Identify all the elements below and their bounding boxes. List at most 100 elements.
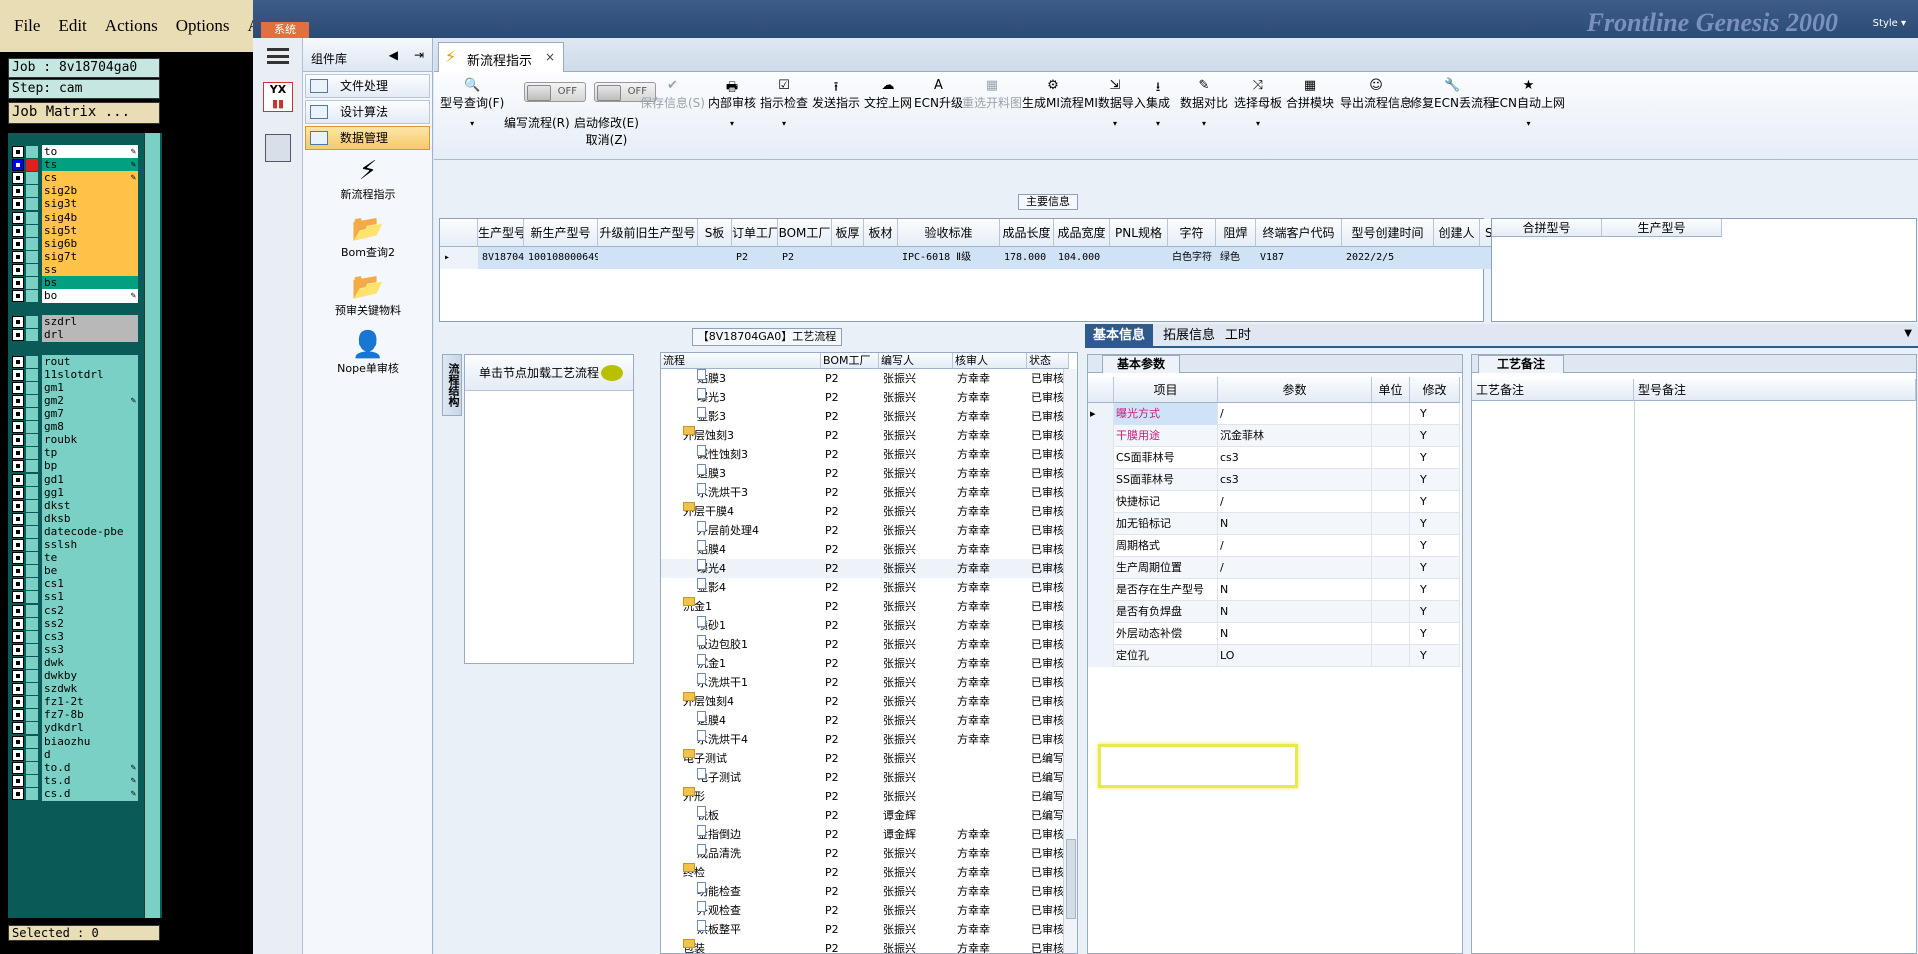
layer-checkbox[interactable] (12, 565, 24, 578)
layer-toggle[interactable] (26, 630, 38, 643)
layer-row[interactable]: rout (12, 354, 138, 369)
layer-toggle[interactable] (26, 525, 38, 538)
layer-row[interactable]: dwkby (12, 669, 138, 683)
layer-toggle[interactable] (26, 696, 38, 709)
layer-toggle[interactable] (26, 250, 38, 263)
ribbon-button[interactable]: ⭱ 发送指示 (812, 78, 860, 111)
layer-toggle[interactable] (26, 617, 38, 630)
grid-header[interactable]: 终端客户代码 (1256, 219, 1342, 247)
component-tool-3[interactable]: 👤 Nope单审核 (303, 330, 433, 376)
flow-tree[interactable]: 流程 BOM工厂 编写人 核审人 状态 贴膜3 P2 张振兴 方幸幸 已审核 曝光3 P2 张振兴 方幸… (660, 352, 1078, 954)
tree-row[interactable]: 外观检查 P2 张振兴 方幸幸 已审核 (661, 901, 1065, 920)
tree-node[interactable]: −外层蚀刻3 (683, 426, 821, 445)
cam-menu-3[interactable]: Options (176, 16, 230, 36)
tree-row[interactable]: 水洗烘干1 P2 张振兴 方幸幸 已审核 (661, 673, 1065, 692)
layer-toggle[interactable] (26, 774, 38, 787)
tree-row[interactable]: −沉金1P2张振兴方幸幸已审核 (661, 597, 1065, 616)
tree-node[interactable]: 板边包胶1 (697, 635, 821, 654)
layer-row[interactable]: bp (12, 459, 138, 474)
layer-name[interactable]: ss3 (42, 642, 138, 657)
layer-name[interactable]: cs (42, 171, 138, 186)
tree-node[interactable]: −终检 (683, 863, 821, 882)
grid-cell[interactable]: P2 (732, 247, 778, 269)
grid-header[interactable]: 板厚 (832, 219, 864, 247)
layer-row[interactable]: sig6b (12, 236, 138, 251)
layer-toggle[interactable] (26, 552, 38, 565)
layer-name[interactable]: be (42, 564, 138, 579)
layer-name[interactable]: fz7-8b (42, 708, 138, 723)
detail-tab-0[interactable]: 基本信息 (1085, 324, 1154, 348)
toggle-switch[interactable]: OFF (524, 82, 586, 102)
layer-name[interactable]: 11slotdrl (42, 367, 138, 382)
scroll-thumb[interactable] (1066, 839, 1076, 919)
dropdown-icon[interactable]: ▼ (1904, 328, 1912, 339)
layer-row[interactable]: ts.d ✎ (12, 773, 138, 788)
tree-row[interactable]: 退膜4 P2 张振兴 方幸幸 已审核 (661, 711, 1065, 730)
layer-row[interactable]: cs2 (12, 603, 138, 618)
layer-checkbox[interactable] (12, 224, 24, 237)
layer-toggle[interactable] (26, 263, 38, 276)
layer-checkbox[interactable] (12, 630, 24, 643)
tree-scrollbar[interactable] (1063, 369, 1077, 953)
layer-name[interactable]: ydkdrl (42, 721, 138, 736)
layer-checkbox[interactable] (12, 434, 24, 447)
layer-row[interactable]: sig2b (12, 184, 138, 199)
tree-row[interactable]: 烘板整平 P2 张振兴 方幸幸 已审核 (661, 920, 1065, 939)
layer-name[interactable]: to (42, 145, 138, 159)
grid2-header[interactable]: 合拼型号 (1492, 219, 1602, 237)
layer-row[interactable]: d (12, 747, 138, 762)
tree-row[interactable]: 铣板 P2 谭金辉 已编写 (661, 806, 1065, 825)
style-menu[interactable]: Style ▾ (1873, 18, 1906, 29)
layer-checkbox[interactable] (12, 761, 24, 774)
layer-row[interactable]: ss2 (12, 616, 138, 631)
tree-node[interactable]: 外层前处理4 (697, 521, 821, 540)
grid-header[interactable]: 生产型号 (478, 219, 524, 247)
param-value[interactable]: N (1218, 513, 1372, 535)
param-value[interactable]: N (1218, 601, 1372, 623)
tree-row[interactable]: −外层干膜4P2张振兴方幸幸已审核 (661, 502, 1065, 521)
layer-name[interactable]: dkst (42, 498, 138, 513)
layer-name[interactable]: biaozhu (42, 734, 138, 749)
ribbon-button[interactable]: ✔ 保存信息(S) (640, 78, 705, 111)
layer-name[interactable]: cs3 (42, 629, 138, 644)
layer-toggle[interactable] (26, 670, 38, 682)
cam-menu-1[interactable]: Edit (58, 16, 86, 36)
layer-name[interactable]: gm2 (42, 393, 138, 408)
collapse-left-icon[interactable]: ◀ (389, 48, 398, 62)
layer-name[interactable]: gm1 (42, 380, 138, 395)
layer-name[interactable]: datecode-pbe (42, 524, 138, 539)
ribbon-sublabel[interactable]: 取消(Z) (586, 133, 628, 147)
tree-node[interactable]: 水洗烘干1 (697, 673, 821, 692)
grid-cell[interactable] (1434, 247, 1480, 269)
layer-name[interactable]: sig4b (42, 210, 138, 225)
layer-name[interactable]: te (42, 551, 138, 566)
layer-checkbox[interactable] (12, 512, 24, 525)
param-row[interactable]: 是否有负焊盘 N Y (1088, 601, 1460, 623)
tab-new-flow[interactable]: ⚡ 新流程指示 × (438, 42, 564, 72)
detail-tab-2[interactable]: 工时 (1217, 324, 1259, 348)
layer-row[interactable]: ss3 (12, 642, 138, 657)
layer-toggle[interactable] (26, 316, 38, 329)
flow-structure-tab[interactable]: 流程结构 (442, 354, 462, 416)
layer-name[interactable]: cs2 (42, 603, 138, 618)
tree-node[interactable]: 烘板整平 (697, 920, 821, 939)
ribbon-toggle-label[interactable]: 启动修改(E) 取消(Z) (574, 114, 639, 148)
ribbon-button[interactable]: ▦ 重选开料图 (962, 78, 1022, 111)
layer-row[interactable]: cs.d ✎ (12, 786, 138, 801)
layer-name[interactable]: cs.d (42, 786, 138, 801)
tree-row[interactable]: 贴膜3 P2 张振兴 方幸幸 已审核 (661, 369, 1065, 388)
layer-name[interactable]: gm7 (42, 407, 138, 421)
layer-name[interactable]: bp (42, 459, 138, 474)
layer-row[interactable]: sig3t (12, 197, 138, 212)
ribbon-button[interactable]: 🖶 内部审核 ▾ (708, 78, 756, 128)
layer-toggle[interactable] (26, 198, 38, 211)
tree-row[interactable]: 显影4 P2 张振兴 方幸幸 已审核 (661, 578, 1065, 597)
layer-row[interactable]: 11slotdrl (12, 367, 138, 382)
grid-header[interactable]: 成品宽度 (1054, 219, 1110, 247)
layer-row[interactable]: drl (12, 328, 138, 343)
tree-node[interactable]: −沉金1 (683, 597, 821, 616)
layer-row[interactable]: gm2 ✎ (12, 393, 138, 408)
param-value[interactable]: N (1218, 579, 1372, 601)
layer-checkbox[interactable] (12, 774, 24, 787)
grid-cell[interactable]: 178.000 (1000, 247, 1054, 269)
